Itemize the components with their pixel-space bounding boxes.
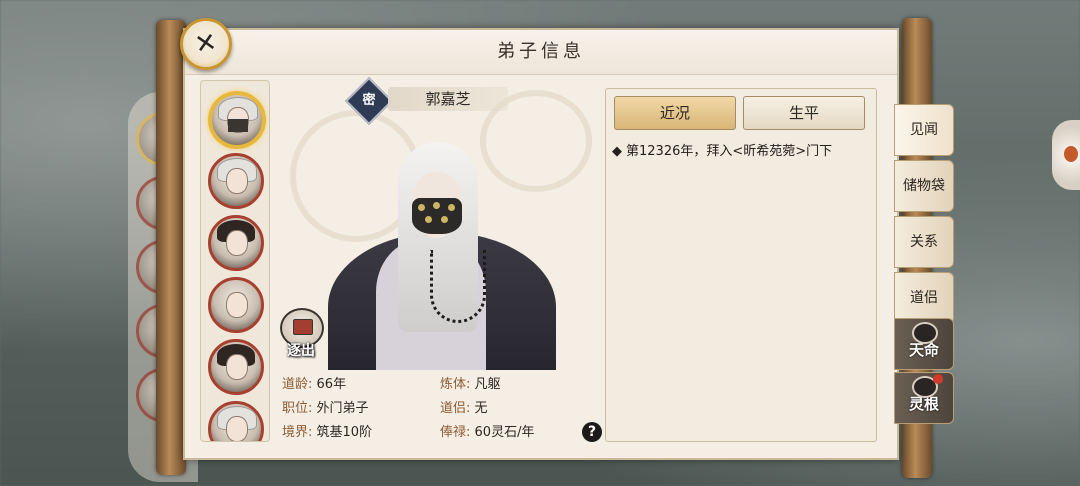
disciple-avatar[interactable] [208,277,264,333]
disciple-list[interactable] [200,80,270,442]
side-tab-destiny[interactable]: 天命 [894,318,954,370]
disciple-avatar[interactable] [208,215,264,271]
side-tab-storage-bag[interactable]: 储物袋 [894,160,954,212]
side-tab-dao-partner[interactable]: 道侣 [894,272,954,324]
disciple-avatar[interactable] [208,339,264,395]
disciple-avatar-selected[interactable] [208,91,266,149]
stat-partner: 道侣: 无 [440,401,488,416]
disciple-avatar[interactable] [208,401,264,441]
expel-button[interactable]: 逐出 [278,308,324,359]
destiny-icon [912,322,938,344]
prayer-beads [430,250,486,323]
side-tab-experiences[interactable]: 见闻 [894,104,954,156]
side-tab-relations[interactable]: 关系 [894,216,954,268]
tab-recent[interactable]: 近况 [614,96,736,130]
notification-dot [933,374,943,384]
offscreen-menu-button[interactable] [1052,120,1080,190]
help-button[interactable]: ? [582,422,602,442]
character-portrait [280,80,596,370]
stat-body: 炼体: 凡躯 [440,377,501,392]
close-icon: ✕ [192,27,220,61]
stat-salary: 俸禄: 60灵石/年 [440,425,535,440]
scroll-rod-left [156,20,186,475]
expel-label: 逐出 [287,343,315,359]
stat-position: 职位: 外门弟子 [282,401,369,416]
close-button[interactable]: ✕ [180,18,232,70]
tab-biography[interactable]: 生平 [743,96,865,130]
panel-title: 弟子信息 [185,30,897,75]
character-name: 郭嘉芝 [388,87,508,111]
disciple-avatar[interactable] [208,153,264,209]
character-mask [412,198,462,234]
event-bullet-icon: ◆ [612,144,622,159]
character-stats: 道龄: 66年 炼体: 凡躯 职位: 外门弟子 道侣: 无 境界: 筑基10阶 … [280,372,600,446]
event-entry: ◆ 第12326年，拜入<昕希苑菀>门下 [612,144,833,159]
stat-age: 道龄: 66年 [282,377,347,392]
stat-realm: 境界: 筑基10阶 [282,425,373,440]
side-tab-spirit-root[interactable]: 灵根 [894,372,954,424]
